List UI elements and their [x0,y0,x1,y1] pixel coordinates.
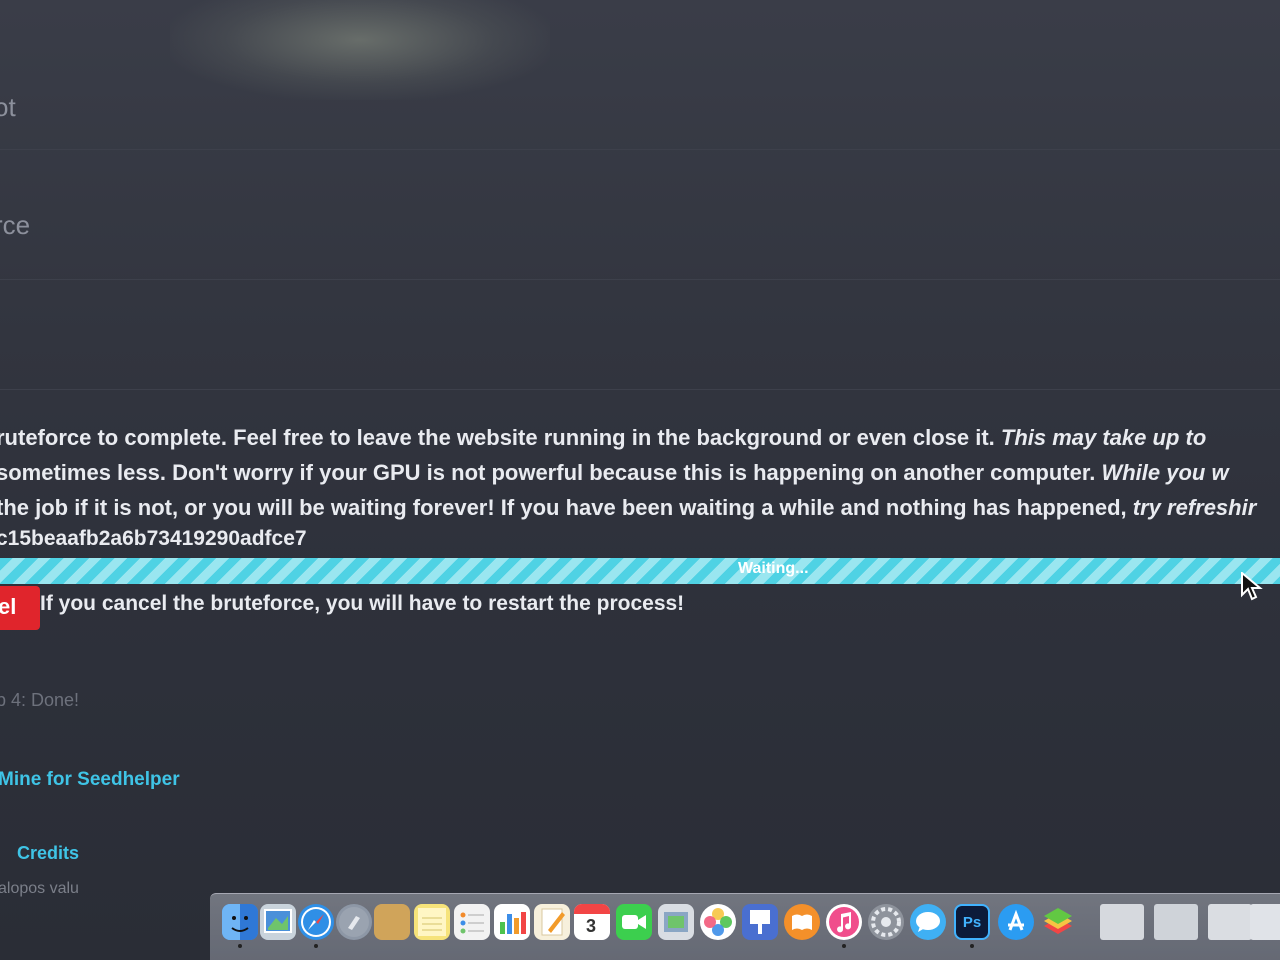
description-line-1: ruteforce to complete. Feel free to leav… [0,420,1280,455]
minimized-window-2-icon[interactable] [1154,904,1198,940]
cancel-button[interactable]: el [0,586,40,630]
description-line-3: the job if it is not, or you will be wai… [0,490,1280,525]
step-4-heading: p 4: Done! [0,690,80,710]
minimized-window-1-icon[interactable] [1100,904,1144,940]
messages-icon[interactable] [910,904,946,940]
section-divider [0,280,1280,390]
cancel-warning: If you cancel the bruteforce, you will h… [40,592,685,615]
description-line-3-text: the job if it is not, or you will be wai… [0,495,1133,520]
photoshop-icon[interactable]: Ps [954,904,990,940]
mouse-pointer-icon [1241,572,1263,601]
minimized-window-4-icon[interactable] [1250,904,1280,940]
safari-running-dot [314,944,318,948]
description-line-2: sometimes less. Don't worry if your GPU … [0,455,1280,490]
pages-icon[interactable] [534,904,570,940]
monitor-screen: ot rce ruteforce to complete. Feel free … [0,0,1280,960]
image-capture-icon[interactable] [658,904,694,940]
sidebar-row-1-label: ot [0,92,16,122]
sidebar-row-2[interactable]: rce [0,150,1280,280]
description-line-1-italic: This may take up to [1000,425,1207,450]
bluestacks-icon[interactable] [1040,904,1076,940]
mine-for-seedhelper-link[interactable]: Mine for Seedhelper [0,769,180,791]
app-store-icon[interactable] [998,904,1034,940]
minimized-window-3-icon[interactable] [1208,904,1252,940]
calendar-icon[interactable]: 3 [574,904,610,940]
finder-running-dot [238,944,242,948]
sidebar-row-1[interactable]: ot [0,40,1280,150]
sidebar-row-2-label: rce [0,210,31,240]
itunes-icon[interactable] [826,904,862,940]
preview-icon[interactable] [260,904,296,940]
safari-icon[interactable] [298,904,334,940]
description-line-1-text: ruteforce to complete. Feel free to leav… [0,425,1001,450]
cutoff-text: alopos valu [0,880,79,897]
bruteforce-description: ruteforce to complete. Feel free to leav… [0,420,1280,525]
photos-icon[interactable] [700,904,736,940]
itunes-running-dot [842,944,846,948]
system-preferences-icon[interactable] [868,904,904,940]
photoshop-running-dot [970,944,974,948]
description-line-2-italic: While you w [1101,460,1229,485]
keynote-icon[interactable] [742,904,778,940]
ibooks-icon[interactable] [784,904,820,940]
bruteforce-progress-bar: Waiting... [0,558,1280,584]
macos-dock: 3 Ps [210,893,1280,960]
photoshop-label: Ps [962,913,982,931]
notes-icon[interactable] [414,904,450,940]
launchpad-icon[interactable] [336,904,372,940]
reminders-icon[interactable] [454,904,490,940]
numbers-icon[interactable] [494,904,530,940]
facetime-icon[interactable] [616,904,652,940]
progress-label: Waiting... [738,560,809,577]
description-line-3-italic: try refreshir [1132,495,1257,520]
calendar-day: 3 [586,916,597,936]
credits-link[interactable]: Credits [17,843,79,864]
job-hash: c15beaafb2a6b73419290adfce7 [0,527,307,550]
description-line-2-text: sometimes less. Don't worry if your GPU … [0,460,1102,485]
contacts-icon[interactable] [374,904,410,940]
finder-icon[interactable] [222,904,258,940]
